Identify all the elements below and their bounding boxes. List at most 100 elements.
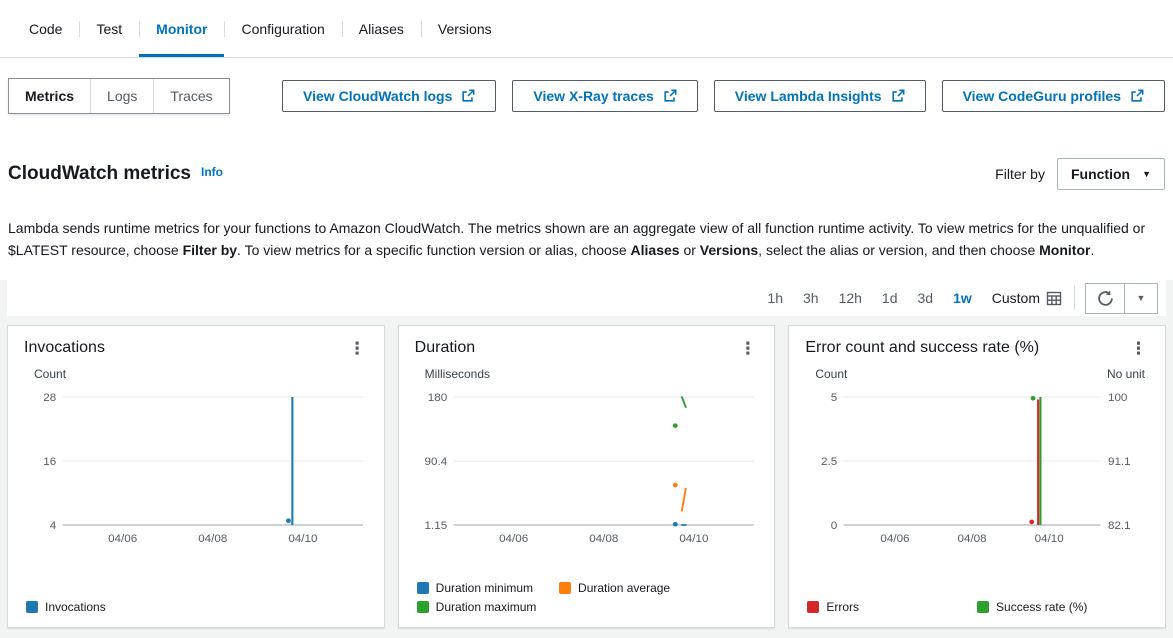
refresh-icon	[1097, 290, 1114, 307]
view-codeguru-profiles-button[interactable]: View CodeGuru profiles	[942, 80, 1165, 112]
kebab-menu-icon[interactable]: ⋮	[343, 340, 372, 357]
svg-text:04/10: 04/10	[679, 533, 708, 545]
svg-text:04/10: 04/10	[288, 533, 317, 545]
metrics-section: 1h 3h 12h 1d 3d 1w Custom ▼	[0, 280, 1173, 638]
y-axis-label: Count	[34, 367, 66, 381]
description-segment: . To view metrics for a specific functio…	[237, 242, 630, 258]
chart-title: Invocations	[24, 339, 105, 357]
kebab-menu-icon[interactable]: ⋮	[733, 340, 762, 357]
svg-text:04/06: 04/06	[108, 533, 137, 545]
info-link[interactable]: Info	[201, 165, 223, 179]
subtab-logs[interactable]: Logs	[90, 79, 153, 113]
svg-text:100: 100	[1108, 392, 1127, 404]
svg-text:2.5: 2.5	[821, 456, 837, 468]
chart-plot: 2816404/0604/0804/10	[8, 381, 384, 551]
legend-color-chip	[417, 582, 429, 594]
svg-text:5: 5	[831, 392, 837, 404]
y-axis-label: Count	[815, 367, 847, 381]
external-link-icon	[663, 89, 677, 103]
legend-item[interactable]: Duration average	[559, 581, 670, 595]
y-axis-label-right: No unit	[1107, 367, 1145, 381]
legend-label: Success rate (%)	[996, 600, 1087, 614]
duration-chart: 18090.41.1504/0604/0804/10	[407, 383, 767, 551]
time-range-custom[interactable]: Custom	[982, 287, 1044, 309]
description-segment: or	[680, 242, 700, 258]
svg-text:04/06: 04/06	[881, 533, 910, 545]
legend-label: Duration average	[578, 581, 670, 595]
legend-color-chip	[417, 601, 429, 613]
description-segment: Filter by	[183, 242, 237, 258]
y-axis-label: Milliseconds	[425, 367, 490, 381]
tab-aliases[interactable]: Aliases	[342, 0, 421, 57]
kebab-menu-icon[interactable]: ⋮	[1124, 340, 1153, 357]
external-link-icon	[891, 89, 905, 103]
time-range-1w[interactable]: 1w	[943, 287, 982, 309]
svg-text:4: 4	[50, 520, 56, 532]
view-cloudwatch-logs-button[interactable]: View CloudWatch logs	[282, 80, 496, 112]
tab-monitor[interactable]: Monitor	[139, 0, 224, 57]
chart-plot: 51002.591.1082.104/0604/0804/10	[789, 381, 1165, 551]
legend-item[interactable]: Duration minimum	[417, 581, 533, 595]
refresh-options-button[interactable]: ▼	[1124, 283, 1158, 314]
description: Lambda sends runtime metrics for your fu…	[0, 204, 1173, 261]
time-range-bar: 1h 3h 12h 1d 3d 1w Custom ▼	[7, 280, 1166, 316]
chart-card-errors: Error count and success rate (%) ⋮ Count…	[788, 325, 1166, 628]
time-range-3h[interactable]: 3h	[793, 287, 829, 309]
legend-item[interactable]: Success rate (%)	[977, 600, 1087, 614]
view-xray-traces-button[interactable]: View X-Ray traces	[512, 80, 697, 112]
button-label: View CodeGuru profiles	[963, 88, 1121, 104]
page-title: CloudWatch metrics	[8, 163, 191, 185]
external-link-icon	[461, 89, 475, 103]
legend-item[interactable]: Duration maximum	[417, 600, 537, 614]
chart-legend: Invocations	[8, 596, 384, 627]
description-segment: Aliases	[631, 242, 680, 258]
monitor-sub-tabs: Metrics Logs Traces	[8, 78, 230, 114]
tab-versions[interactable]: Versions	[421, 0, 509, 57]
svg-text:90.4: 90.4	[424, 456, 447, 468]
chart-plot: 18090.41.1504/0604/0804/10	[399, 381, 775, 551]
monitor-sub-row: Metrics Logs Traces View CloudWatch logs…	[0, 58, 1173, 114]
chart-card-duration: Duration ⋮ Milliseconds 18090.41.1504/06…	[398, 325, 776, 628]
calendar-icon[interactable]	[1044, 287, 1070, 309]
svg-text:04/08: 04/08	[589, 533, 618, 545]
legend-color-chip	[807, 601, 819, 613]
chart-card-invocations: Invocations ⋮ Count 2816404/0604/0804/10…	[7, 325, 385, 628]
subtab-metrics[interactable]: Metrics	[9, 79, 90, 113]
external-link-icon	[1130, 89, 1144, 103]
function-tab-bar: Code Test Monitor Configuration Aliases …	[0, 0, 1173, 58]
legend-item[interactable]: Invocations	[26, 600, 106, 614]
filter-by-group: Filter by Function ▼	[995, 158, 1165, 190]
tab-code[interactable]: Code	[12, 0, 79, 57]
svg-text:04/08: 04/08	[958, 533, 987, 545]
divider	[1074, 286, 1075, 310]
tab-test[interactable]: Test	[79, 0, 139, 57]
chevron-down-icon: ▼	[1137, 293, 1146, 303]
subtab-traces[interactable]: Traces	[153, 79, 228, 113]
filter-by-label: Filter by	[995, 166, 1045, 182]
button-label: View X-Ray traces	[533, 88, 653, 104]
refresh-button[interactable]	[1085, 283, 1125, 314]
svg-text:91.1: 91.1	[1108, 456, 1131, 468]
tab-configuration[interactable]: Configuration	[224, 0, 341, 57]
button-label: View Lambda Insights	[735, 88, 882, 104]
description-segment: Versions	[700, 242, 758, 258]
svg-text:180: 180	[427, 392, 446, 404]
time-range-3d[interactable]: 3d	[908, 287, 944, 309]
legend-item[interactable]: Errors	[807, 600, 859, 614]
legend-label: Duration minimum	[436, 581, 533, 595]
time-range-12h[interactable]: 12h	[829, 287, 872, 309]
svg-text:1.15: 1.15	[424, 520, 447, 532]
svg-text:28: 28	[43, 392, 56, 404]
svg-text:82.1: 82.1	[1108, 520, 1131, 532]
time-range-1h[interactable]: 1h	[757, 287, 793, 309]
chart-legend: Errors Success rate (%)	[789, 596, 1165, 627]
svg-text:04/08: 04/08	[198, 533, 227, 545]
description-segment: .	[1090, 242, 1094, 258]
description-segment: Monitor	[1039, 242, 1090, 258]
time-range-1d[interactable]: 1d	[872, 287, 908, 309]
view-lambda-insights-button[interactable]: View Lambda Insights	[714, 80, 926, 112]
legend-color-chip	[559, 582, 571, 594]
chart-title: Duration	[415, 339, 475, 357]
description-segment: , select the alias or version, and then …	[758, 242, 1039, 258]
filter-dropdown[interactable]: Function ▼	[1057, 158, 1165, 190]
